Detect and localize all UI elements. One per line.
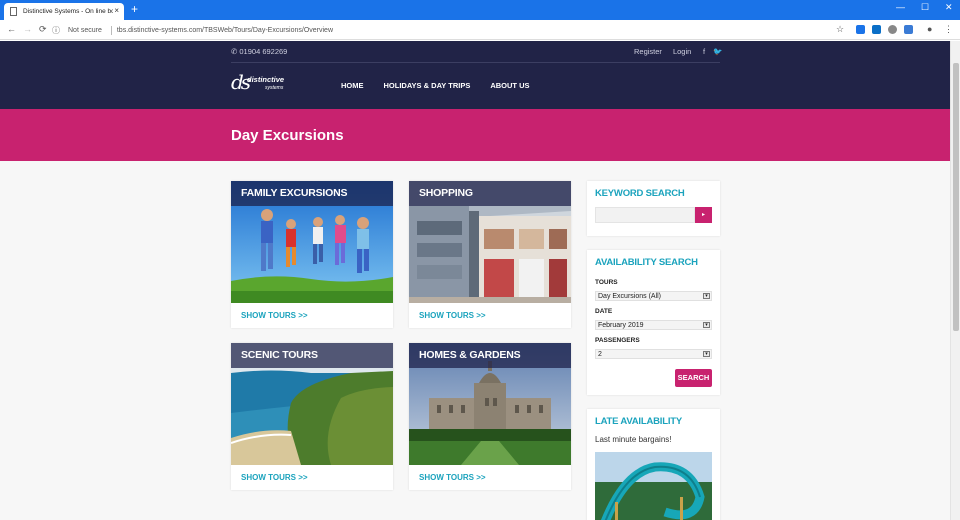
vertical-scrollbar[interactable] xyxy=(950,41,960,520)
main-nav: HOME HOLIDAYS & DAY TRIPS ABOUT US xyxy=(341,81,550,90)
logo-wordmark: distinctive xyxy=(247,75,285,84)
logo-mark: ds xyxy=(231,70,251,94)
card-title: SCENIC TOURS xyxy=(231,343,393,368)
login-link[interactable]: Login xyxy=(673,47,691,56)
site-header: ✆ 01904 692269 Register Login f 🐦 ds dis… xyxy=(0,41,950,109)
info-icon[interactable]: ⓘ xyxy=(52,25,60,36)
browser-window: Distinctive Systems - On line bo... × + … xyxy=(0,0,960,520)
twitter-icon[interactable]: 🐦 xyxy=(713,47,722,56)
forward-icon[interactable]: → xyxy=(23,24,32,34)
castle-photo[interactable]: HOMES & GARDENS xyxy=(409,343,571,465)
keyword-search-title: KEYWORD SEARCH xyxy=(595,188,685,199)
tours-label: TOURS xyxy=(595,279,618,286)
tab-close-icon[interactable]: × xyxy=(114,6,119,15)
minimize-button[interactable]: — xyxy=(896,2,905,12)
nav-about[interactable]: ABOUT US xyxy=(490,81,529,90)
passengers-value: 2 xyxy=(598,351,602,358)
new-tab-button[interactable]: + xyxy=(131,3,138,15)
browser-tab[interactable]: Distinctive Systems - On line bo... × xyxy=(4,3,124,20)
phone-number: 01904 692269 xyxy=(239,47,288,56)
page-banner: Day Excursions xyxy=(0,109,950,161)
category-card[interactable]: HOMES & GARDENS SHOW TOURS >> xyxy=(409,343,571,490)
extension-icon[interactable] xyxy=(856,25,865,34)
extension-icon[interactable] xyxy=(872,25,881,34)
shopping-photo[interactable]: SHOPPING xyxy=(409,181,571,303)
show-tours-link[interactable]: SHOW TOURS >> xyxy=(419,473,486,482)
late-availability-panel: LATE AVAILABILITY Last minute bargains! xyxy=(587,409,720,520)
account-links: Register Login xyxy=(634,47,691,56)
card-title: FAMILY EXCURSIONS xyxy=(231,181,393,206)
back-icon[interactable]: ← xyxy=(7,24,16,34)
nav-holidays[interactable]: HOLIDAYS & DAY TRIPS xyxy=(384,81,471,90)
keyword-input[interactable] xyxy=(595,207,695,223)
show-tours-link[interactable]: SHOW TOURS >> xyxy=(241,473,308,482)
tours-value: Day Excursions (All) xyxy=(598,293,662,300)
extension-icon[interactable] xyxy=(904,25,913,34)
keyword-search-button[interactable]: ▸ xyxy=(695,207,712,223)
availability-title: AVAILABILITY SEARCH xyxy=(595,257,698,268)
show-tours-link[interactable]: SHOW TOURS >> xyxy=(241,311,308,320)
rollercoaster-photo[interactable] xyxy=(595,452,712,520)
menu-icon[interactable]: ⋮ xyxy=(944,24,953,35)
card-title: SHOPPING xyxy=(409,181,571,206)
security-status: Not secure xyxy=(68,26,102,34)
dropdown-arrow-icon: ▾ xyxy=(703,293,710,299)
date-value: February 2019 xyxy=(598,322,644,329)
keyword-search-panel: KEYWORD SEARCH ▸ xyxy=(587,181,720,236)
extension-icon[interactable] xyxy=(888,25,897,34)
header-divider xyxy=(231,62,720,63)
page-favicon-icon xyxy=(10,7,17,16)
bookmark-star-icon[interactable]: ☆ xyxy=(836,24,844,35)
register-link[interactable]: Register xyxy=(634,47,662,56)
phone-contact: ✆ 01904 692269 xyxy=(231,47,287,56)
tours-select[interactable]: Day Excursions (All) ▾ xyxy=(595,291,712,301)
dropdown-arrow-icon: ▾ xyxy=(703,322,710,328)
phone-icon: ✆ xyxy=(231,47,238,56)
tab-title: Distinctive Systems - On line bo... xyxy=(23,8,113,15)
category-card[interactable]: SCENIC TOURS SHOW TOURS >> xyxy=(231,343,393,490)
family-photo[interactable]: FAMILY EXCURSIONS xyxy=(231,181,393,303)
page-viewport: ✆ 01904 692269 Register Login f 🐦 ds dis… xyxy=(0,41,950,520)
maximize-button[interactable]: ☐ xyxy=(921,2,929,13)
card-title: HOMES & GARDENS xyxy=(409,343,571,368)
dropdown-arrow-icon: ▾ xyxy=(703,351,710,357)
logo-subtitle: systems xyxy=(265,85,284,91)
address-divider xyxy=(110,25,112,35)
reload-icon[interactable]: ⟳ xyxy=(39,24,47,35)
facebook-icon[interactable]: f xyxy=(703,47,705,56)
date-label: DATE xyxy=(595,308,613,315)
coast-photo[interactable]: SCENIC TOURS xyxy=(231,343,393,465)
category-card[interactable]: FAMILY EXCURSIONS SHOW TOURS >> xyxy=(231,181,393,328)
show-tours-link[interactable]: SHOW TOURS >> xyxy=(419,311,486,320)
category-card[interactable]: SHOPPING SHOW TOURS >> xyxy=(409,181,571,328)
url-text[interactable]: tbs.distinctive-systems.com/TBSWeb/Tours… xyxy=(117,27,333,34)
date-select[interactable]: February 2019 ▾ xyxy=(595,320,712,330)
nav-home[interactable]: HOME xyxy=(341,81,364,90)
scrollbar-thumb[interactable] xyxy=(953,63,959,331)
late-availability-title: LATE AVAILABILITY xyxy=(595,416,683,427)
address-bar[interactable]: ⓘ Not secure tbs.distinctive-systems.com… xyxy=(52,23,822,37)
page-title: Day Excursions xyxy=(231,127,344,144)
social-links: f 🐦 xyxy=(703,47,722,56)
tab-strip: Distinctive Systems - On line bo... × + … xyxy=(0,0,960,20)
late-availability-text: Last minute bargains! xyxy=(595,435,672,444)
search-button[interactable]: SEARCH xyxy=(675,369,712,387)
availability-panel: AVAILABILITY SEARCH TOURS Day Excursions… xyxy=(587,250,720,395)
close-window-button[interactable]: ✕ xyxy=(945,2,953,13)
site-logo[interactable]: ds distinctive systems xyxy=(231,71,301,95)
browser-toolbar: ← → ⟳ ⓘ Not secure tbs.distinctive-syste… xyxy=(0,20,960,40)
account-icon[interactable]: ● xyxy=(927,24,932,34)
passengers-select[interactable]: 2 ▾ xyxy=(595,349,712,359)
passengers-label: PASSENGERS xyxy=(595,337,640,344)
